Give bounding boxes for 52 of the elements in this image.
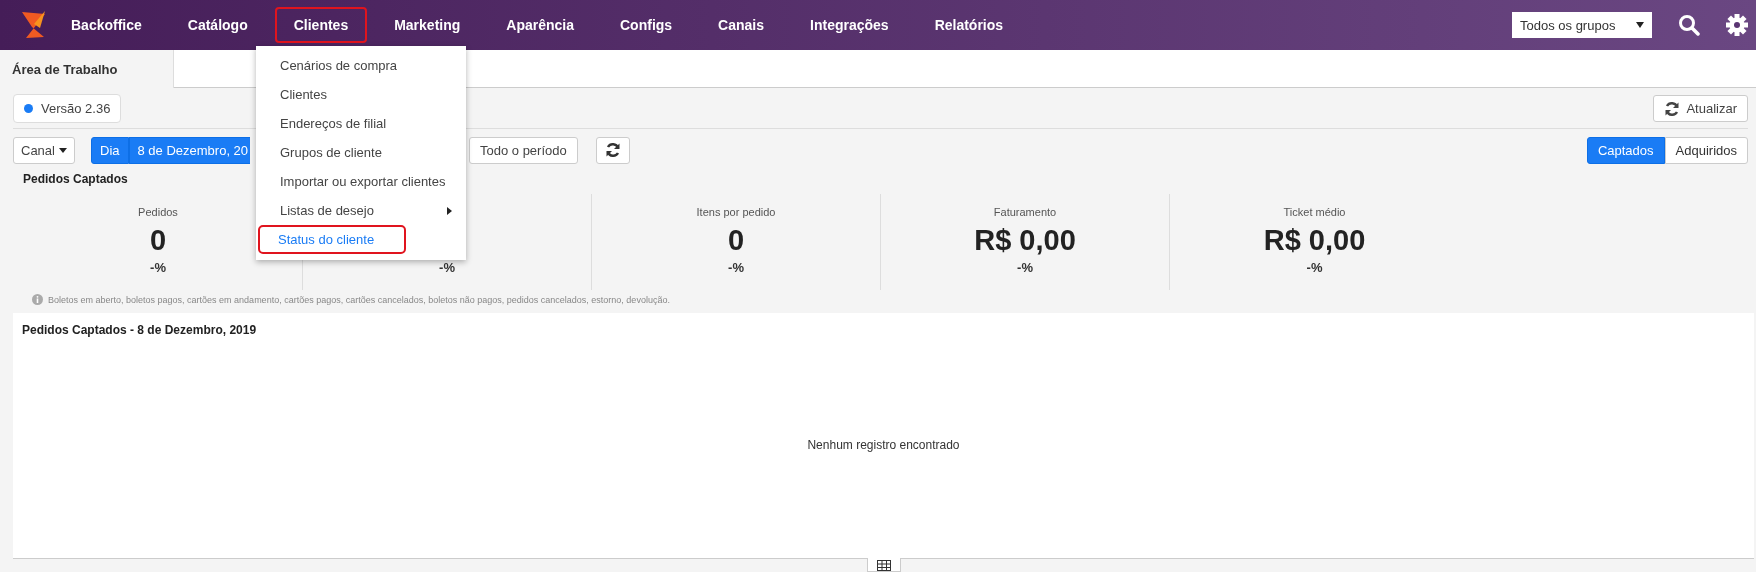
- caret-icon: [58, 147, 67, 153]
- caret-icon: [1636, 22, 1644, 28]
- stat-change: -%: [150, 260, 166, 275]
- nav-item[interactable]: Aparência: [487, 7, 593, 43]
- channel-dropdown[interactable]: Canal: [13, 136, 75, 164]
- nav-item[interactable]: Clientes: [274, 7, 368, 43]
- nav-item[interactable]: Backoffice: [52, 7, 161, 43]
- nav-item[interactable]: Catálogo: [168, 7, 267, 43]
- info-icon: [32, 294, 43, 305]
- empty-message: Nenhum registro encontrado: [807, 438, 960, 452]
- stat-value: 0: [149, 224, 167, 258]
- stat-change: -%: [728, 260, 744, 275]
- stat-value: R$ 0,00: [1263, 224, 1366, 258]
- table-icon[interactable]: [877, 560, 891, 571]
- stat-label: Faturamento: [993, 206, 1057, 220]
- stat-label: Pedidos: [138, 206, 178, 220]
- section-title: Pedidos Captados: [22, 171, 129, 188]
- refresh-button[interactable]: Atualizar: [1653, 95, 1748, 122]
- period-button[interactable]: 8 de Dezembro, 20: [128, 136, 251, 164]
- menu-item[interactable]: Status do cliente: [258, 225, 406, 254]
- stat-label: Itens por pedido: [696, 206, 776, 220]
- nav-item[interactable]: Relatórios: [915, 7, 1023, 43]
- refresh-icon: [1664, 100, 1681, 117]
- submenu-arrow-icon: [447, 206, 452, 215]
- stat-change: -%: [1017, 260, 1033, 275]
- mode-toggle[interactable]: Adquiridos: [1664, 136, 1748, 164]
- nav-item[interactable]: Integrações: [791, 7, 908, 43]
- stat-change: -%: [439, 260, 455, 275]
- stat-change: -%: [1306, 260, 1323, 275]
- group-select[interactable]: Todos os grupos: [1512, 12, 1652, 38]
- period-button[interactable]: Dia: [91, 136, 129, 164]
- stat-label: Ticket médio: [1283, 206, 1346, 220]
- refresh-icon: [604, 142, 621, 158]
- menu-item[interactable]: Endereços de filial: [258, 109, 464, 138]
- nav-item[interactable]: Canais: [699, 7, 784, 43]
- settings-icon[interactable]: [1726, 14, 1748, 36]
- menu-item[interactable]: Importar ou exportar clientes: [258, 167, 464, 196]
- info-note: Boletos em aberto, boletos pagos, cartões em andamento, cartões pagos, cartões cancelados, boletos não pagos, pedidos cancelados, estorno, devolução.: [48, 294, 670, 305]
- version-label: Versão 2.36: [41, 101, 111, 116]
- stat-value: R$ 0,00: [974, 224, 1076, 258]
- all-period-button[interactable]: Todo o período: [469, 136, 578, 164]
- menu-item[interactable]: Listas de desejo: [258, 196, 464, 225]
- nav-item[interactable]: Configs: [601, 7, 692, 43]
- chart-title: Pedidos Captados - 8 de Dezembro, 2019: [21, 322, 258, 339]
- menu-item[interactable]: Grupos de cliente: [258, 138, 464, 167]
- mode-toggle[interactable]: Captados: [1586, 136, 1665, 164]
- search-icon[interactable]: [1678, 14, 1700, 36]
- reload-button[interactable]: [595, 136, 630, 164]
- nav-item[interactable]: Marketing: [375, 7, 480, 43]
- menu-item[interactable]: Clientes: [258, 80, 464, 109]
- menu-item[interactable]: Cenários de compra: [258, 51, 464, 80]
- stat-value: 0: [727, 224, 745, 258]
